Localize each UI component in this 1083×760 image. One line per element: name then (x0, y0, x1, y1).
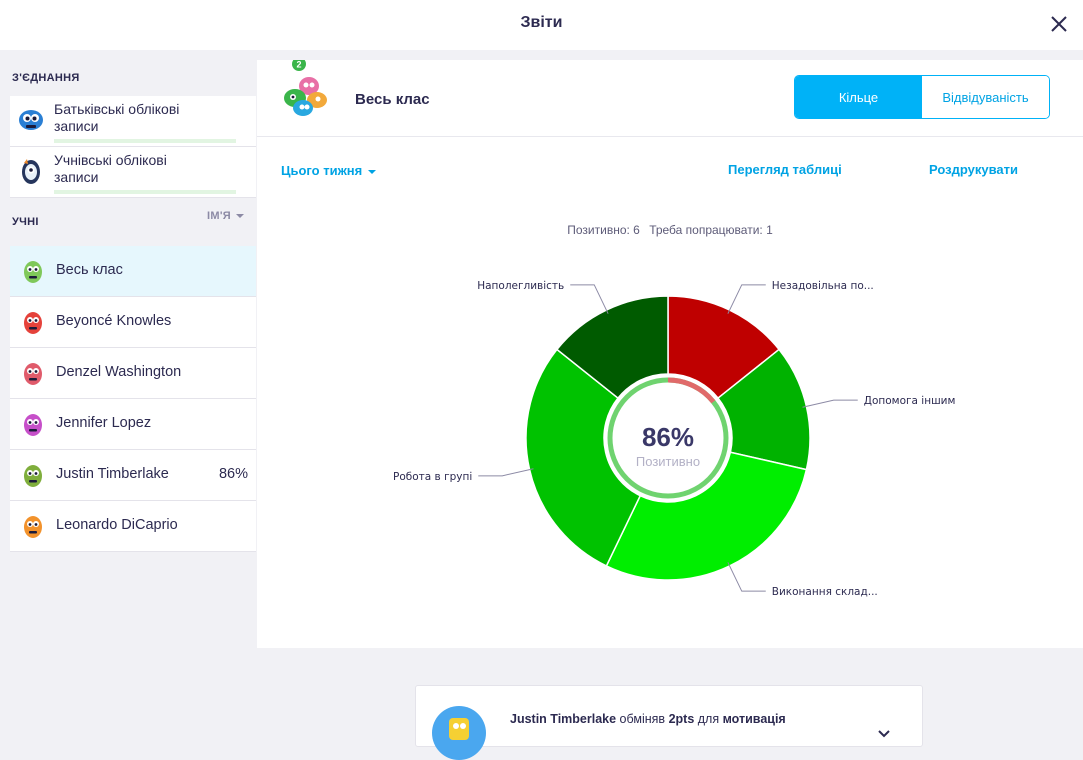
monster-yellow-icon (432, 706, 486, 760)
feed-prep: для (697, 712, 720, 726)
connection-progress (54, 190, 236, 194)
connection-progress (54, 139, 236, 143)
activity-feed-item: Justin Timberlake обміняв 2pts для мотив… (415, 685, 923, 760)
student-row[interactable]: Denzel Washington (10, 348, 256, 399)
student-avatar-icon (24, 414, 42, 436)
monster-blue-icon (19, 110, 43, 130)
student-name: Justin Timberlake (56, 466, 169, 482)
close-icon[interactable] (1047, 12, 1071, 36)
student-name: Denzel Washington (56, 364, 182, 380)
slice-leader-line (478, 468, 534, 477)
slice-label: Наполегливість (477, 280, 564, 292)
sidebar: З'ЄДНАННЯ Батьківські облікові записи Уч… (10, 60, 256, 731)
student-name: Jennifer Lopez (56, 415, 152, 431)
connection-label: Учнівські облікові записи (54, 152, 167, 185)
student-row[interactable]: Leonardo DiCaprio (10, 501, 256, 552)
student-row[interactable]: Justin Timberlake 86% (10, 450, 256, 501)
slice-label: Незадовільна по... (772, 280, 874, 292)
student-percent: 86% (218, 466, 248, 482)
student-name: Весь клас (56, 262, 123, 278)
feed-verb: обміняв (619, 712, 666, 726)
slice-label: Робота в групі (393, 471, 472, 483)
feed-text: Justin Timberlake обміняв 2pts для мотив… (510, 712, 786, 726)
slice-leader-line (802, 399, 858, 408)
student-avatar-icon (24, 516, 42, 538)
modal-header: Звіти (0, 0, 1083, 50)
student-avatar-icon (24, 465, 42, 487)
slice-label: Виконання склад... (772, 586, 878, 598)
students-heading: УЧНІ ІМ'Я (10, 198, 256, 246)
sort-label: ІМ'Я (207, 210, 231, 222)
report-panel: 2 Весь клас Кільце Відвідуваність Цього … (257, 60, 1083, 648)
student-row[interactable]: Jennifer Lopez (10, 399, 256, 450)
student-avatar-icon (24, 261, 42, 283)
donut-chart: Незадовільна по... Допомога іншим Виконанн… (393, 280, 956, 598)
slice-leader-line (570, 284, 609, 314)
feed-student-name: Justin Timberlake (510, 712, 617, 726)
chevron-down-icon (236, 214, 244, 219)
monster-navy-icon (22, 159, 40, 184)
slice-leader-line (727, 562, 766, 592)
slice-label: Допомога іншим (864, 395, 956, 407)
student-name: Leonardo DiCaprio (56, 517, 178, 533)
student-row[interactable]: Весь клас (10, 246, 256, 297)
connections-heading: З'ЄДНАННЯ (12, 72, 80, 84)
sort-by-name-dropdown[interactable]: ІМ'Я (207, 210, 244, 222)
center-label: Позитивно (636, 454, 700, 469)
feed-points: 2pts (668, 712, 695, 726)
slice-leader-line (727, 284, 766, 314)
student-accounts-item[interactable]: Учнівські облікові записи (10, 147, 256, 198)
students-heading-label: УЧНІ (12, 216, 39, 228)
parent-accounts-item[interactable]: Батьківські облікові записи (10, 96, 256, 147)
student-list: Весь клас Beyoncé Knowles Denzel Washingto… (10, 246, 256, 552)
student-avatar-icon (24, 363, 42, 385)
student-row[interactable]: Beyoncé Knowles (10, 297, 256, 348)
feed-reward: мотивація (722, 712, 786, 726)
student-avatar-icon (24, 312, 42, 334)
center-percent: 86% (642, 422, 694, 452)
chevron-down-icon[interactable] (878, 730, 890, 738)
connection-label: Батьківські облікові записи (54, 101, 180, 134)
student-name: Beyoncé Knowles (56, 313, 172, 329)
modal-title: Звіти (520, 14, 563, 31)
